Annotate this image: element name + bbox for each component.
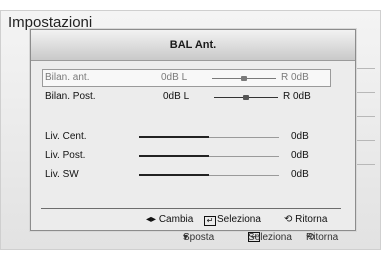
level-row-subwoofer[interactable]: Liv. SW 0dB: [45, 168, 343, 182]
left-right-arrows-icon: ◂▸: [146, 214, 157, 225]
dialog-title: BAL Ant.: [31, 30, 355, 61]
balance-right-value: R 0dB: [281, 72, 309, 83]
balance-slider-knob[interactable]: [243, 95, 249, 100]
balance-row-label: Bilan. ant.: [45, 72, 90, 83]
level-value: 0dB: [291, 150, 309, 161]
balance-right-value: R 0dB: [283, 91, 311, 102]
select-hint: ↵ Seleziona: [204, 214, 261, 226]
level-value: 0dB: [291, 131, 309, 142]
level-row-label: Liv. Cent.: [45, 131, 87, 142]
enter-icon: ↵: [204, 216, 216, 226]
level-slider-fill: [139, 174, 209, 176]
level-slider-fill: [139, 136, 209, 138]
level-row-label: Liv. Post.: [45, 150, 86, 161]
balance-row-rear[interactable]: Bilan. Post. 0dB L R 0dB: [45, 90, 343, 104]
level-slider-fill: [139, 155, 209, 157]
change-hint: ◂▸ Cambia: [146, 214, 194, 225]
dialog-footer-divider: [41, 208, 341, 209]
level-row-rear[interactable]: Liv. Post. 0dB: [45, 149, 343, 163]
dialog-footer: ◂▸ Cambia ↵ Seleziona ⟲ Ritorna: [31, 211, 355, 227]
balance-left-value: 0dB L: [163, 91, 190, 102]
balance-row-label: Bilan. Post.: [45, 91, 96, 102]
balance-left-value: 0dB L: [161, 72, 188, 83]
level-row-label: Liv. SW: [45, 169, 79, 180]
return-hint: ⟲ Ritorna: [284, 214, 328, 225]
level-value: 0dB: [291, 169, 309, 180]
balance-slider-knob[interactable]: [241, 76, 247, 81]
balance-dialog: BAL Ant. Bilan. ant. 0dB L R 0dB Bilan. …: [30, 29, 356, 231]
balance-row-front[interactable]: Bilan. ant. 0dB L R 0dB: [42, 69, 331, 87]
level-row-center[interactable]: Liv. Cent. 0dB: [45, 130, 343, 144]
return-arrow-icon: ⟲: [284, 214, 293, 225]
